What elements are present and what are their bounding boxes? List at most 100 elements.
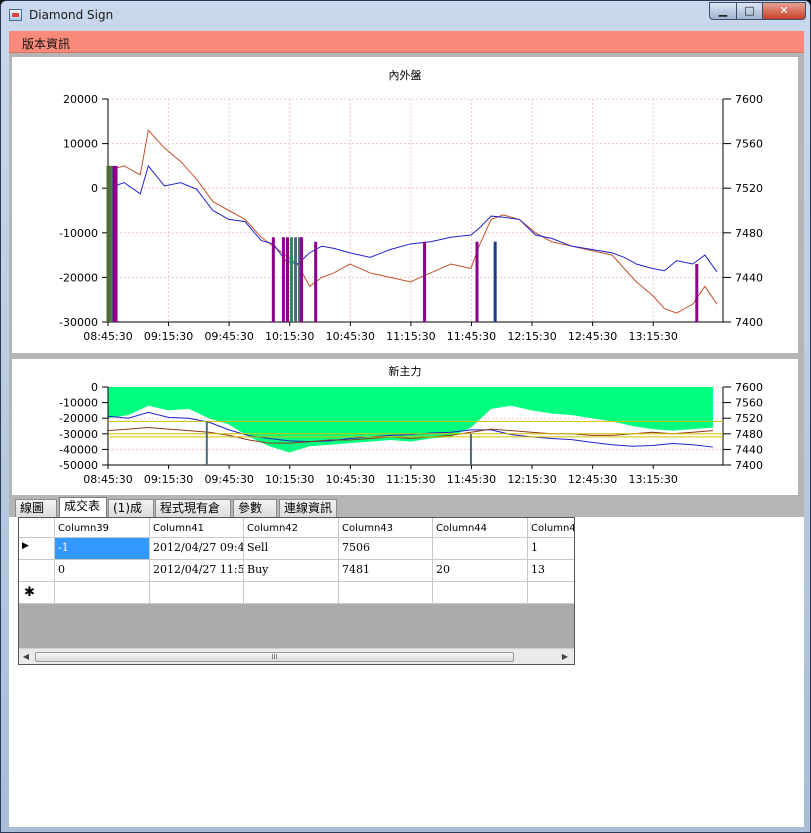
scroll-right-button[interactable]: ▶ <box>560 651 570 663</box>
y2-tick-label: 7600 <box>735 381 763 394</box>
line-series <box>107 164 718 273</box>
new-row-cell[interactable] <box>528 582 574 604</box>
column-header[interactable]: Column39 <box>55 518 150 538</box>
x-tick-label: 12:15:30 <box>507 473 556 486</box>
chart-inner-outer: 內外盤 20000 7600 10000 7560 0 7520 -10000 7480 -20… <box>12 57 798 353</box>
horizontal-scrollbar[interactable]: ◀ III ▶ <box>19 648 574 664</box>
menu-item-version-info[interactable]: 版本資訊 <box>22 35 70 52</box>
signal-bar <box>294 237 298 322</box>
y-tick-label: 0 <box>91 182 98 195</box>
table-cell[interactable]: 2012/04/27 09:45... <box>150 538 244 560</box>
row-pointer-icon: ▶ <box>22 541 29 551</box>
new-row-header[interactable]: ✱ <box>19 582 55 604</box>
x-tick-label: 08:45:30 <box>83 473 132 486</box>
tab-chart[interactable]: 線圖 <box>15 499 57 517</box>
table-cell[interactable]: Buy <box>244 560 339 582</box>
signal-bar <box>289 237 293 322</box>
chart2-svg: 0 7600 -10000 7560 -20000 7520 -30000 7480 -4000… <box>59 381 763 486</box>
signal-bar <box>469 433 472 465</box>
row-header[interactable]: ▶ <box>19 538 55 560</box>
table-cell[interactable]: 7506 <box>339 538 433 560</box>
signal-bar <box>281 237 285 322</box>
app-window: Diamond Sign ▁ □ ✕ 版本資訊 內外盤 20000 7600 100… <box>0 0 811 833</box>
x-tick-label: 09:15:30 <box>144 473 193 486</box>
y2-tick-label: 7520 <box>735 182 763 195</box>
grid-corner[interactable] <box>19 518 55 538</box>
scroll-thumb[interactable]: III <box>35 652 514 662</box>
signal-bar <box>205 421 208 465</box>
signal-bar <box>423 241 427 322</box>
scroll-grip: III <box>271 653 278 661</box>
y-tick-label: 0 <box>91 381 98 394</box>
y-tick-label: -40000 <box>59 443 98 456</box>
tab-trades[interactable]: 成交表 <box>59 497 107 517</box>
table-cell[interactable]: 20 <box>433 560 528 582</box>
scroll-left-icon: ◀ <box>22 652 30 661</box>
column-header[interactable]: Column41 <box>150 518 244 538</box>
tab-strip: 線圖 成交表 (1)成回 程式現有倉位 參數 連線資訊 <box>9 497 804 531</box>
client-area: 版本資訊 內外盤 20000 7600 10000 7560 0 7520 -10000 74… <box>9 31 804 827</box>
y-tick-label: -10000 <box>59 397 98 410</box>
maximize-button[interactable]: □ <box>736 2 763 20</box>
tab-positions[interactable]: 程式現有倉位 <box>155 499 231 531</box>
minimize-button[interactable]: ▁ <box>709 2 737 20</box>
table-cell[interactable]: 7481 <box>339 560 433 582</box>
y2-tick-label: 7560 <box>735 138 763 151</box>
column-header[interactable]: Column43 <box>339 518 433 538</box>
table-cell[interactable]: 13 <box>528 560 574 582</box>
charts-container: 內外盤 20000 7600 10000 7560 0 7520 -10000 7480 -20… <box>9 53 804 516</box>
y-tick-label: -30000 <box>59 428 98 441</box>
grid-empty-area <box>19 604 574 648</box>
x-tick-label: 09:45:30 <box>204 473 253 486</box>
new-row-cell[interactable] <box>55 582 150 604</box>
chart-main-force: 新主力 0 7600 -10000 7560 -20000 7520 -30000 7480-… <box>12 359 798 495</box>
tab-params[interactable]: 參數 <box>233 499 277 517</box>
y2-tick-label: 7440 <box>735 443 763 456</box>
window-title: Diamond Sign <box>29 8 114 22</box>
new-row-cell[interactable] <box>150 582 244 604</box>
y2-tick-label: 7480 <box>735 428 763 441</box>
new-row-cell[interactable] <box>433 582 528 604</box>
table-cell[interactable]: 2012/04/27 11:51... <box>150 560 244 582</box>
close-icon: ✕ <box>779 4 789 17</box>
x-tick-label: 11:45:30 <box>447 473 496 486</box>
scroll-right-icon: ▶ <box>561 652 569 661</box>
x-tick-label: 10:45:30 <box>326 473 375 486</box>
close-button[interactable]: ✕ <box>762 2 806 20</box>
x-tick-label: 13:15:30 <box>628 330 677 343</box>
x-tick-label: 12:45:30 <box>568 473 617 486</box>
signal-bar <box>114 165 118 322</box>
y-tick-label: -30000 <box>59 316 98 329</box>
table-cell[interactable] <box>433 538 528 560</box>
new-row-cell[interactable] <box>339 582 433 604</box>
signal-bar <box>493 241 497 322</box>
table-cell[interactable]: Sell <box>244 538 339 560</box>
signal-bar <box>314 241 318 322</box>
scroll-left-button[interactable]: ◀ <box>21 651 31 663</box>
maximize-icon: □ <box>744 4 755 17</box>
row-header[interactable] <box>19 560 55 582</box>
tab-connection[interactable]: 連線資訊 <box>279 499 337 517</box>
tab-returns[interactable]: (1)成回 <box>108 499 154 531</box>
y2-tick-label: 7400 <box>735 316 763 329</box>
x-tick-label: 12:45:30 <box>568 330 617 343</box>
signal-bar <box>271 237 275 322</box>
y2-tick-label: 7400 <box>735 459 763 472</box>
table-cell[interactable]: -1 <box>55 538 150 560</box>
app-icon[interactable] <box>9 9 22 21</box>
x-tick-label: 10:15:30 <box>265 473 314 486</box>
y2-tick-label: 7520 <box>735 412 763 425</box>
new-row-cell[interactable] <box>244 582 339 604</box>
y-tick-label: -10000 <box>59 227 98 240</box>
title-bar[interactable]: Diamond Sign ▁ □ ✕ <box>1 1 810 29</box>
column-header[interactable]: Column4 <box>528 518 574 538</box>
trade-grid[interactable]: Column39 Column41 Column42 Column43 Colu… <box>18 517 575 665</box>
column-header[interactable]: Column44 <box>433 518 528 538</box>
y-tick-label: -20000 <box>59 271 98 284</box>
table-cell[interactable]: 0 <box>55 560 150 582</box>
x-tick-label: 13:15:30 <box>628 473 677 486</box>
chart1-svg: 20000 7600 10000 7560 0 7520 -10000 7480 -20000 7… <box>59 93 763 343</box>
column-header[interactable]: Column42 <box>244 518 339 538</box>
table-cell[interactable]: 1 <box>528 538 574 560</box>
signal-bar <box>475 241 479 322</box>
